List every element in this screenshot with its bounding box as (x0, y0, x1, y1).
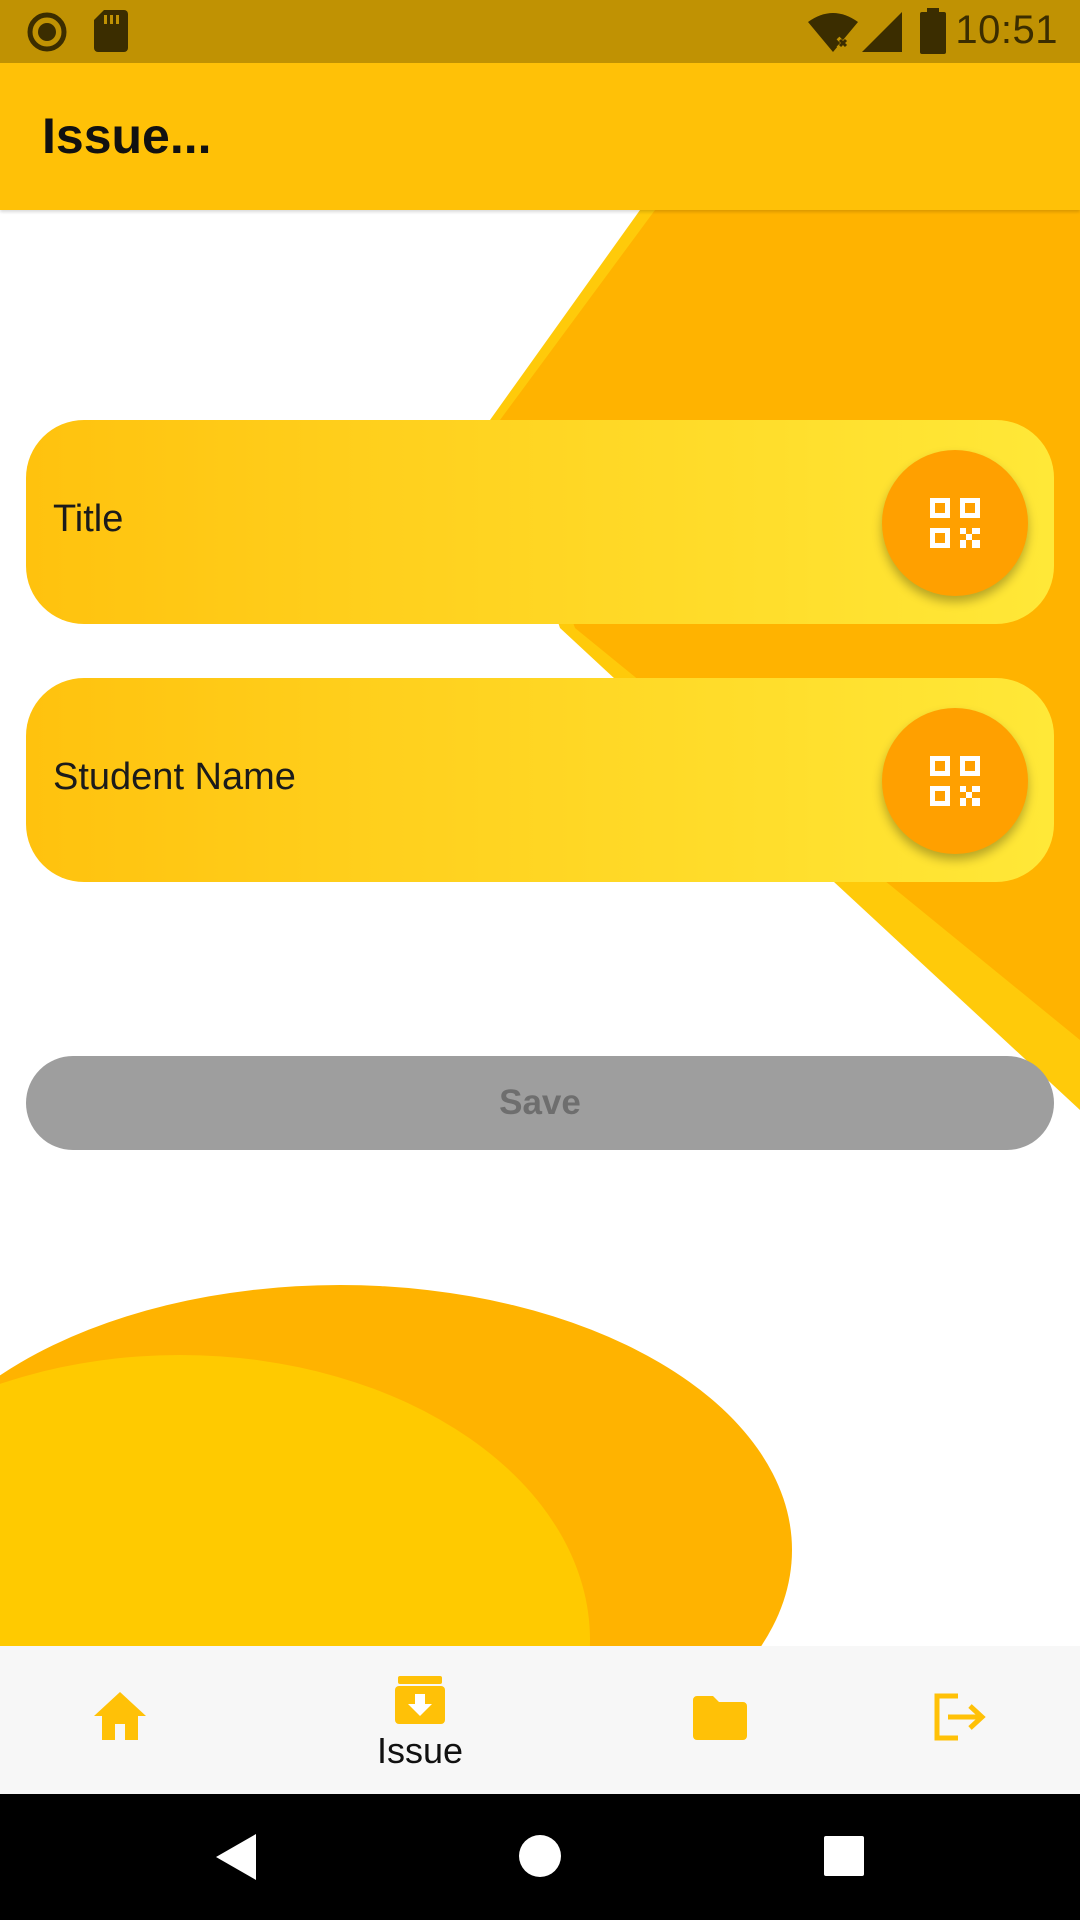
title-field-label: Title (53, 498, 124, 540)
nav-item-folder[interactable] (600, 1646, 840, 1794)
folder-icon (693, 1696, 747, 1740)
page-title: Issue... (42, 108, 212, 164)
title-field[interactable]: Title (26, 420, 1054, 624)
record-icon (27, 12, 67, 52)
student-name-field-label: Student Name (53, 756, 296, 798)
nav-item-home[interactable] (0, 1646, 240, 1794)
scan-title-qr-button[interactable] (882, 450, 1028, 596)
nav-item-issue[interactable]: Issue (300, 1646, 540, 1794)
status-bar: 10:51 (0, 0, 1080, 63)
bg-diagonal-band (500, 210, 1080, 1040)
qr-code-icon (930, 498, 980, 548)
screen: 10:51 Issue... Title Student Name Save I… (0, 0, 1080, 1920)
battery-icon (920, 8, 946, 54)
logout-icon (934, 1693, 986, 1741)
qr-code-icon (930, 756, 980, 806)
home-circle-icon[interactable] (518, 1834, 562, 1878)
sd-card-icon (94, 10, 128, 52)
student-name-field[interactable]: Student Name (26, 678, 1054, 882)
nav-item-logout[interactable] (840, 1646, 1080, 1794)
nav-item-issue-label: Issue (376, 1730, 464, 1771)
background-shapes (0, 210, 1080, 1920)
system-navigation-bar (0, 1794, 1080, 1920)
app-bar: Issue... (0, 63, 1080, 210)
status-time: 10:51 (955, 8, 1058, 52)
scan-student-qr-button[interactable] (882, 708, 1028, 854)
home-icon (94, 1692, 146, 1740)
back-icon[interactable] (216, 1834, 256, 1880)
archive-download-icon (395, 1676, 445, 1724)
recents-square-icon[interactable] (824, 1836, 864, 1876)
save-button[interactable]: Save (26, 1056, 1054, 1150)
bottom-navigation: Issue (0, 1646, 1080, 1794)
wifi-off-icon (808, 13, 858, 52)
signal-icon (862, 12, 902, 52)
